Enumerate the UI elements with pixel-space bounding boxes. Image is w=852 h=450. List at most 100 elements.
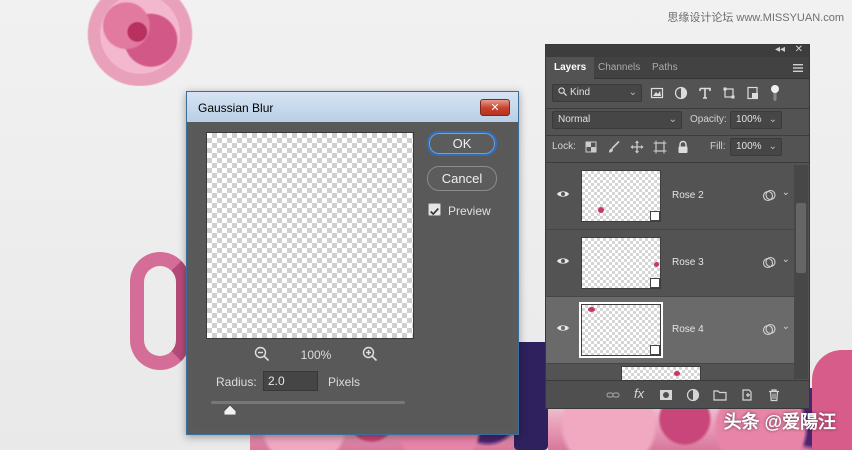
ok-button[interactable]: OK	[427, 131, 497, 156]
fill-value: 100%	[736, 141, 762, 152]
add-layer-style-button[interactable]: fx	[634, 386, 644, 401]
blend-mode-value: Normal	[558, 114, 591, 125]
lock-label: Lock:	[552, 141, 576, 152]
radius-input[interactable]	[263, 371, 318, 391]
eye-icon[interactable]	[556, 323, 570, 333]
chevron-down-icon[interactable]: ⌄	[782, 321, 790, 332]
radius-slider-track[interactable]	[211, 401, 405, 404]
filter-toggle-icon[interactable]	[770, 84, 780, 102]
rose-thumbnail-mark	[674, 371, 680, 376]
panel-divider	[546, 135, 809, 136]
layer-thumbnail	[579, 302, 663, 358]
smart-filter-icon[interactable]	[762, 189, 776, 203]
rose-top-image	[72, 0, 208, 86]
rose-letter-shape	[130, 252, 190, 370]
layers-panel: ◂◂ ✕ Layers Channels Paths Kind ⌄ Normal…	[545, 44, 810, 409]
zoom-in-icon[interactable]	[362, 346, 378, 362]
lock-artboard-icon[interactable]	[653, 140, 667, 154]
dialog-body: 100% Radius: Pixels OK Cancel Preview	[193, 122, 512, 428]
layer-row-rose-3[interactable]: Rose 3 ⌄	[546, 230, 794, 297]
tab-layers[interactable]: Layers	[546, 57, 595, 79]
eye-icon[interactable]	[556, 189, 570, 199]
layer-row-rose-4[interactable]: Rose 4 ⌄	[546, 297, 794, 364]
trash-icon[interactable]	[767, 388, 781, 402]
new-layer-icon[interactable]	[740, 388, 754, 402]
scrollbar-thumb[interactable]	[796, 203, 806, 273]
panel-menu-icon[interactable]	[793, 64, 803, 72]
blur-preview-area[interactable]	[206, 132, 414, 339]
zoom-controls: 100%	[206, 346, 414, 364]
new-group-folder-icon[interactable]	[713, 388, 727, 402]
dialog-titlebar[interactable]: Gaussian Blur ✕	[187, 92, 518, 122]
blend-mode-dropdown[interactable]: Normal ⌄	[552, 111, 682, 129]
layer-thumbnail	[581, 170, 661, 222]
radius-slider-thumb[interactable]	[224, 405, 237, 415]
opacity-input[interactable]: 100% ⌄	[730, 111, 782, 129]
cancel-button[interactable]: Cancel	[427, 166, 497, 191]
chevron-down-icon: ⌄	[768, 141, 777, 152]
chevron-down-icon[interactable]: ⌄	[782, 187, 790, 198]
add-mask-icon[interactable]	[659, 388, 673, 402]
opacity-label: Opacity:	[690, 114, 727, 125]
partial-layer-thumbnail	[621, 366, 701, 380]
layers-footer: fx	[546, 380, 809, 408]
watermark-bottom: 头条 @爱陽汪	[723, 412, 836, 432]
type-layer-filter-icon[interactable]	[698, 86, 712, 100]
radius-unit-label: Pixels	[328, 375, 361, 389]
layers-scrollbar[interactable]	[794, 165, 808, 379]
fill-input[interactable]: 100% ⌄	[730, 138, 782, 156]
shape-layer-filter-icon[interactable]	[722, 86, 736, 100]
zoom-level: 100%	[300, 348, 332, 362]
kind-filter-dropdown[interactable]: Kind ⌄	[552, 84, 642, 102]
lock-all-icon[interactable]	[676, 140, 690, 154]
search-icon	[558, 87, 567, 96]
panel-topbar: ◂◂ ✕	[546, 44, 809, 57]
adjustment-layer-filter-icon[interactable]	[674, 86, 688, 100]
smart-filter-icon[interactable]	[762, 323, 776, 337]
lock-image-pixels-icon[interactable]	[607, 140, 621, 154]
blend-row: Normal ⌄ Opacity: 100% ⌄	[546, 111, 809, 133]
chevron-down-icon: ⌄	[668, 114, 677, 125]
rose-thumbnail-mark	[654, 262, 659, 267]
chevron-down-icon: ⌄	[768, 114, 777, 125]
close-button[interactable]: ✕	[480, 99, 510, 116]
close-panel-button[interactable]: ✕	[795, 44, 803, 55]
rose-thumbnail-mark	[598, 207, 604, 213]
navy-letter-stroke	[514, 342, 548, 450]
panel-divider	[546, 108, 809, 109]
layer-name: Rose 2	[672, 190, 704, 201]
layer-name: Rose 4	[672, 324, 704, 335]
fill-label: Fill:	[710, 141, 726, 152]
chevron-down-icon: ⌄	[628, 87, 637, 98]
smart-object-badge-icon	[650, 345, 660, 355]
chevron-down-icon[interactable]: ⌄	[782, 254, 790, 265]
tab-paths[interactable]: Paths	[644, 57, 686, 79]
preview-checkbox[interactable]	[428, 203, 441, 216]
pixel-layer-filter-icon[interactable]	[650, 86, 664, 100]
checkmark-icon	[430, 207, 439, 216]
rose-thumbnail-mark	[588, 307, 595, 312]
smart-object-badge-icon	[650, 278, 660, 288]
layer-name: Rose 3	[672, 257, 704, 268]
rose-right-edge-image	[812, 350, 852, 450]
radius-label: Radius:	[216, 375, 257, 389]
panel-tabbar: Layers Channels Paths	[546, 57, 809, 79]
lock-transparent-pixels-icon[interactable]	[584, 140, 598, 154]
lock-position-icon[interactable]	[630, 140, 644, 154]
link-layers-icon[interactable]	[606, 388, 620, 402]
collapse-panel-button[interactable]: ◂◂	[775, 44, 785, 55]
layer-thumbnail	[581, 237, 661, 289]
tab-channels[interactable]: Channels	[590, 57, 648, 79]
smart-filter-icon[interactable]	[762, 256, 776, 270]
layer-row-rose-2[interactable]: Rose 2 ⌄	[546, 163, 794, 230]
zoom-out-icon[interactable]	[254, 346, 270, 362]
eye-icon[interactable]	[556, 256, 570, 266]
watermark-top: 思缘设计论坛 www.MISSYUAN.com	[667, 12, 844, 24]
new-adjustment-layer-icon[interactable]	[686, 388, 700, 402]
smart-object-filter-icon[interactable]	[746, 86, 760, 100]
kind-filter-label: Kind	[570, 87, 591, 98]
opacity-value: 100%	[736, 114, 762, 125]
lock-row: Lock: Fill: 100% ⌄	[546, 138, 809, 160]
gaussian-blur-dialog: Gaussian Blur ✕ 100% Radius: Pixels	[186, 91, 519, 435]
dialog-title: Gaussian Blur	[198, 101, 274, 115]
